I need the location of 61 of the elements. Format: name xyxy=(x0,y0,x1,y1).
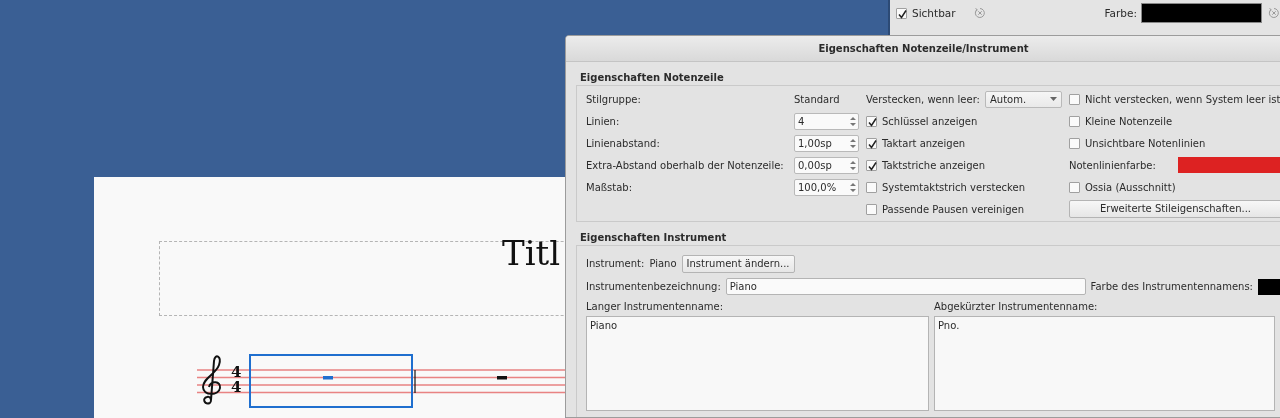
checkbox-label: Unsichtbare Notenlinien xyxy=(1085,137,1206,149)
checkbox-label: Nicht verstecken, wenn System leer ist xyxy=(1085,93,1280,105)
advanced-style-button[interactable]: Erweiterte Stileigenschaften... xyxy=(1069,200,1280,218)
checkbox[interactable] xyxy=(896,7,907,19)
field-label: Farbe des Instrumentennamens: xyxy=(1090,281,1253,292)
text-area[interactable]: Pno. xyxy=(934,316,1275,411)
dialog-title: Eigenschaften Notenzeile/Instrument xyxy=(818,42,1029,56)
checkbox-label: Passende Pausen vereinigen xyxy=(882,203,1025,215)
checkbox[interactable] xyxy=(866,137,877,149)
score-title[interactable]: Titl xyxy=(502,233,561,273)
spin-box[interactable]: 1,00sp xyxy=(794,134,859,152)
rest-symbol[interactable] xyxy=(323,376,333,380)
color-swatch[interactable] xyxy=(1178,157,1280,173)
checkbox-label: Taktstriche anzeigen xyxy=(882,159,985,171)
checkbox-label: Kleine Notenzeile xyxy=(1085,115,1173,127)
checkbox[interactable] xyxy=(866,159,877,171)
section-heading: Eigenschaften Notenzeile xyxy=(580,71,725,85)
barline xyxy=(414,369,416,394)
checkbox[interactable] xyxy=(866,115,877,127)
color-swatch[interactable] xyxy=(1141,3,1262,23)
text-field[interactable]: Piano xyxy=(725,278,1086,295)
field-label: Linienabstand: xyxy=(586,137,660,149)
checkbox[interactable] xyxy=(866,181,877,193)
text-area[interactable]: Piano xyxy=(586,316,929,411)
field-label: Abgekürzter Instrumentenname: xyxy=(934,300,1099,314)
checkbox[interactable] xyxy=(1069,137,1080,149)
checkbox-label: Systemtaktstrich verstecken xyxy=(882,181,1025,193)
section-heading: Eigenschaften Instrument xyxy=(580,231,728,245)
spin-box[interactable]: 0,00sp xyxy=(794,156,859,174)
color-swatch[interactable] xyxy=(1258,278,1280,295)
field-value: Piano xyxy=(649,258,677,269)
change-instrument-button[interactable]: Instrument ändern... xyxy=(681,254,795,273)
checkbox[interactable] xyxy=(1069,181,1080,193)
reset-icon[interactable] xyxy=(1268,7,1280,19)
time-signature-digit: 4 xyxy=(231,378,242,396)
field-label: Verstecken, wenn leer: xyxy=(866,93,980,105)
checkbox-label: Sichtbar xyxy=(912,7,956,19)
checkbox[interactable] xyxy=(1069,115,1080,127)
checkbox-label: Taktart anzeigen xyxy=(882,137,966,149)
field-label: Notenlinienfarbe: xyxy=(1069,159,1156,171)
reset-icon[interactable] xyxy=(973,7,986,19)
caret-icon xyxy=(1050,97,1057,101)
field-label: Linien: xyxy=(586,115,620,127)
treble-clef-icon[interactable] xyxy=(202,355,222,405)
field-label: Extra-Abstand oberhalb der Notenzeile: xyxy=(586,159,784,171)
field-label: Langer Instrumentenname: xyxy=(586,300,725,314)
spin-box[interactable]: 100,0% xyxy=(794,178,859,196)
rest-symbol[interactable] xyxy=(497,376,507,380)
color-label: Farbe: xyxy=(1104,7,1137,19)
checkbox-label: Schlüssel anzeigen xyxy=(882,115,978,127)
field-label: Instrumentenbezeichnung: xyxy=(586,281,721,292)
checkbox[interactable] xyxy=(866,203,877,215)
field-value: Standard xyxy=(794,93,840,105)
field-label: Instrument: xyxy=(586,258,645,269)
checkbox-label: Ossia (Ausschnitt) xyxy=(1085,181,1176,193)
dropdown[interactable]: Autom. xyxy=(984,90,1062,108)
field-label: Stilgruppe: xyxy=(586,93,641,105)
spin-box[interactable]: 4 xyxy=(794,112,859,130)
checkbox[interactable] xyxy=(1069,93,1080,105)
field-label: Maßstab: xyxy=(586,181,633,193)
time-signature-digit: 4 xyxy=(231,363,242,381)
